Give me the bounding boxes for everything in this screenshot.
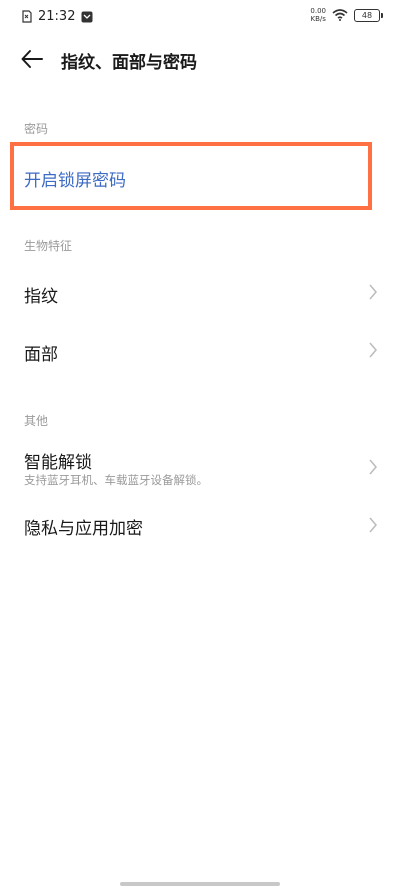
- back-button[interactable]: [20, 47, 50, 71]
- privacy-encryption-item[interactable]: 隐私与应用加密: [0, 498, 400, 554]
- fingerprint-item[interactable]: 指纹: [0, 264, 400, 320]
- status-bar: 21:32 0.00 KB/s 48: [0, 0, 400, 34]
- header: 指纹、面部与密码: [0, 36, 400, 82]
- face-label: 面部: [24, 345, 58, 365]
- section-label-other: 其他: [24, 414, 49, 428]
- smart-unlock-description: 支持蓝牙耳机、车载蓝牙设备解锁。: [24, 473, 208, 487]
- network-speed-unit: KB/s: [310, 15, 326, 23]
- sim-card-icon: [22, 10, 32, 23]
- section-label-password: 密码: [24, 122, 49, 136]
- network-speed-value: 0.00: [310, 7, 326, 15]
- back-arrow-icon: [21, 50, 43, 68]
- face-item[interactable]: 面部: [0, 322, 400, 378]
- battery-indicator: 48: [354, 8, 383, 22]
- fingerprint-label: 指纹: [24, 287, 58, 307]
- status-right: 0.00 KB/s 48: [310, 7, 383, 23]
- network-speed: 0.00 KB/s: [310, 7, 326, 23]
- chevron-right-icon: [369, 517, 377, 533]
- chevron-right-icon: [369, 459, 377, 475]
- smart-unlock-item[interactable]: 智能解锁 支持蓝牙耳机、车载蓝牙设备解锁。: [0, 440, 400, 494]
- home-indicator[interactable]: [120, 882, 280, 886]
- chevron-right-icon: [369, 342, 377, 358]
- privacy-encryption-label: 隐私与应用加密: [24, 519, 143, 539]
- notification-icon: [81, 11, 93, 22]
- status-time: 21:32: [38, 9, 76, 24]
- enable-lockscreen-password-button[interactable]: 开启锁屏密码: [10, 142, 372, 210]
- section-label-biometric: 生物特征: [24, 239, 73, 253]
- smart-unlock-label: 智能解锁: [24, 453, 92, 473]
- chevron-right-icon: [369, 284, 377, 300]
- status-left: 21:32: [22, 9, 93, 24]
- page-title: 指纹、面部与密码: [61, 53, 197, 73]
- wifi-icon: [332, 9, 348, 21]
- enable-lockscreen-password-label: 开启锁屏密码: [24, 171, 126, 191]
